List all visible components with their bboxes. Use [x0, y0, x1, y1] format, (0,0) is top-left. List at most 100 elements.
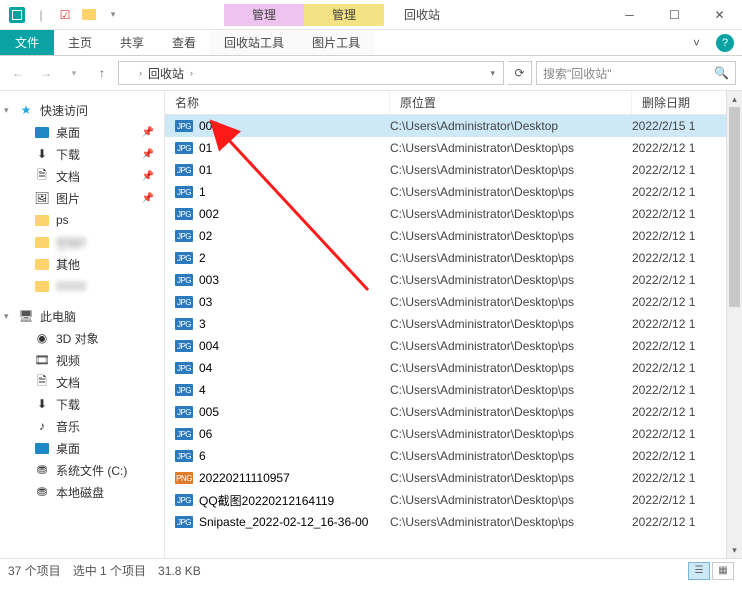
nav-label: 此电脑	[40, 308, 76, 325]
file-row[interactable]: JPG04C:\Users\Administrator\Desktop\ps20…	[165, 357, 742, 379]
scroll-track[interactable]	[727, 107, 742, 542]
scroll-thumb[interactable]	[729, 107, 740, 307]
nav-item-图片[interactable]: 🖼图片📌	[0, 187, 164, 209]
properties-icon[interactable]: ☑	[54, 4, 76, 26]
forward-button[interactable]: →	[34, 61, 58, 85]
chevron-down-icon[interactable]: ▾	[4, 311, 9, 322]
maximize-button[interactable]: ☐	[652, 0, 697, 30]
file-row[interactable]: JPG6C:\Users\Administrator\Desktop\ps202…	[165, 445, 742, 467]
app-icon[interactable]	[6, 4, 28, 26]
file-row[interactable]: JPG001C:\Users\Administrator\Desktop2022…	[165, 115, 742, 137]
nav-item-视频[interactable]: 🎞视频	[0, 349, 164, 371]
nav-this-pc[interactable]: ▾ 🖥 此电脑	[0, 305, 164, 327]
recent-dropdown[interactable]: ▾	[62, 61, 86, 85]
search-icon[interactable]: 🔍	[714, 66, 729, 80]
file-type-icon: JPG	[175, 230, 193, 242]
breadcrumb-sep-icon[interactable]: ›	[188, 68, 195, 78]
icons-view-button[interactable]: ▦	[712, 562, 734, 580]
file-tab[interactable]: 文件	[0, 30, 54, 55]
tab-share[interactable]: 共享	[106, 30, 158, 55]
file-row[interactable]: JPGQQ截图20220212164119C:\Users\Administra…	[165, 489, 742, 511]
nav-item-3D 对象[interactable]: ◉3D 对象	[0, 327, 164, 349]
tab-recycle-tools[interactable]: 回收站工具	[210, 30, 298, 55]
nav-item-其他[interactable]: 其他	[0, 253, 164, 275]
close-button[interactable]: ✕	[697, 0, 742, 30]
tab-picture-tools[interactable]: 图片工具	[298, 30, 374, 55]
file-row[interactable]: JPG03C:\Users\Administrator\Desktop\ps20…	[165, 291, 742, 313]
address-box[interactable]: › 回收站 › ▾	[118, 61, 504, 85]
file-row[interactable]: JPG01C:\Users\Administrator\Desktop\ps20…	[165, 137, 742, 159]
file-row[interactable]: JPGSnipaste_2022-02-12_16-36-00C:\Users\…	[165, 511, 742, 533]
file-row[interactable]: JPG2C:\Users\Administrator\Desktop\ps202…	[165, 247, 742, 269]
chevron-down-icon[interactable]: ▾	[4, 105, 9, 116]
nav-item-文档[interactable]: 🗎文档	[0, 371, 164, 393]
refresh-button[interactable]: ⟳	[508, 61, 532, 85]
file-location: C:\Users\Administrator\Desktop\ps	[390, 449, 632, 463]
tab-home[interactable]: 主页	[54, 30, 106, 55]
file-row[interactable]: JPG003C:\Users\Administrator\Desktop\ps2…	[165, 269, 742, 291]
file-row[interactable]: JPG4C:\Users\Administrator\Desktop\ps202…	[165, 379, 742, 401]
file-type-icon: JPG	[175, 406, 193, 418]
file-type-icon: JPG	[175, 164, 193, 176]
nav-item-下载[interactable]: ⬇下载📌	[0, 143, 164, 165]
navigation-pane[interactable]: ▾ ★ 快速访问 桌面📌⬇下载📌🗎文档📌🖼图片📌ps工作记其他 ▾ 🖥 此电脑 …	[0, 91, 165, 558]
file-row[interactable]: JPG005C:\Users\Administrator\Desktop\ps2…	[165, 401, 742, 423]
scroll-down-icon[interactable]: ▾	[727, 542, 742, 558]
search-placeholder: 搜索"回收站"	[543, 65, 612, 82]
file-location: C:\Users\Administrator\Desktop	[390, 119, 632, 133]
nav-item-音乐[interactable]: ♪音乐	[0, 415, 164, 437]
qat-folder-icon[interactable]	[78, 4, 100, 26]
music-icon: ♪	[34, 418, 50, 434]
nav-item-桌面[interactable]: 桌面	[0, 437, 164, 459]
qat-dropdown-icon[interactable]: ▾	[102, 4, 124, 26]
tab-view[interactable]: 查看	[158, 30, 210, 55]
file-rows[interactable]: JPG001C:\Users\Administrator\Desktop2022…	[165, 115, 742, 558]
file-row[interactable]: JPG02C:\Users\Administrator\Desktop\ps20…	[165, 225, 742, 247]
help-icon[interactable]: ?	[716, 34, 734, 52]
vertical-scrollbar[interactable]: ▴ ▾	[726, 91, 742, 558]
file-row[interactable]: PNG20220211110957C:\Users\Administrator\…	[165, 467, 742, 489]
file-type-icon: JPG	[175, 296, 193, 308]
nav-item-桌面[interactable]: 桌面📌	[0, 121, 164, 143]
header-location[interactable]: 原位置	[390, 91, 632, 114]
file-type-icon: JPG	[175, 252, 193, 264]
nav-item-文档[interactable]: 🗎文档📌	[0, 165, 164, 187]
file-name: 001	[199, 119, 219, 133]
file-row[interactable]: JPG06C:\Users\Administrator\Desktop\ps20…	[165, 423, 742, 445]
context-tab-manage-2[interactable]: 管理	[304, 4, 384, 26]
file-row[interactable]: JPG01C:\Users\Administrator\Desktop\ps20…	[165, 159, 742, 181]
nav-item-工作记[interactable]: 工作记	[0, 231, 164, 253]
header-name[interactable]: 名称	[165, 91, 390, 114]
minimize-button[interactable]: ─	[607, 0, 652, 30]
file-type-icon: JPG	[175, 384, 193, 396]
nav-label: 快速访问	[40, 102, 88, 119]
address-dropdown-icon[interactable]: ▾	[486, 68, 499, 79]
nav-item-系统文件 (C:)[interactable]: ⛃系统文件 (C:)	[0, 459, 164, 481]
nav-quick-access[interactable]: ▾ ★ 快速访问	[0, 99, 164, 121]
nav-item-blurred[interactable]	[0, 275, 164, 297]
search-input[interactable]: 搜索"回收站" 🔍	[536, 61, 736, 85]
breadcrumb-sep-icon[interactable]: ›	[137, 68, 144, 78]
nav-item-本地磁盘[interactable]: ⛃本地磁盘	[0, 481, 164, 503]
file-type-icon: JPG	[175, 362, 193, 374]
file-location: C:\Users\Administrator\Desktop\ps	[390, 163, 632, 177]
file-name: 06	[199, 427, 212, 441]
file-location: C:\Users\Administrator\Desktop\ps	[390, 295, 632, 309]
doc-icon: 🗎	[34, 374, 50, 390]
file-type-icon: JPG	[175, 340, 193, 352]
file-row[interactable]: JPG1C:\Users\Administrator\Desktop\ps202…	[165, 181, 742, 203]
file-row[interactable]: JPG004C:\Users\Administrator\Desktop\ps2…	[165, 335, 742, 357]
file-row[interactable]: JPG3C:\Users\Administrator\Desktop\ps202…	[165, 313, 742, 335]
details-view-button[interactable]: ☰	[688, 562, 710, 580]
file-type-icon: JPG	[175, 208, 193, 220]
scroll-up-icon[interactable]: ▴	[727, 91, 742, 107]
file-row[interactable]: JPG002C:\Users\Administrator\Desktop\ps2…	[165, 203, 742, 225]
folder-icon	[34, 212, 50, 228]
breadcrumb-segment[interactable]: 回收站	[144, 65, 188, 82]
nav-item-ps[interactable]: ps	[0, 209, 164, 231]
context-tab-manage-1[interactable]: 管理	[224, 4, 304, 26]
ribbon-collapse-icon[interactable]: ˅	[685, 30, 708, 55]
back-button[interactable]: ←	[6, 61, 30, 85]
nav-item-下载[interactable]: ⬇下载	[0, 393, 164, 415]
up-button[interactable]: ↑	[90, 61, 114, 85]
